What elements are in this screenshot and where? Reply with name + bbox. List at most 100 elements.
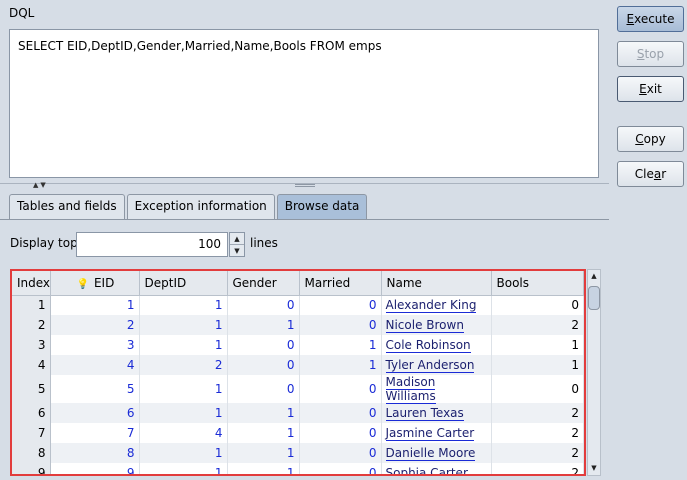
table-row[interactable]: 1 1 1 0 0 Alexander King 0 — [12, 295, 584, 315]
cell-bools[interactable]: 0 — [491, 295, 584, 315]
cell-name[interactable]: Lauren Texas — [381, 403, 492, 423]
cell-gender[interactable]: 1 — [227, 315, 300, 335]
cell-gender[interactable]: 0 — [227, 355, 300, 375]
cell-eid[interactable]: 2 — [50, 315, 140, 335]
cell-name[interactable]: Sophia Carter — [381, 463, 492, 474]
table-row[interactable]: 5 5 1 0 0 Madison Williams 0 — [12, 375, 584, 404]
cell-married[interactable]: 0 — [299, 463, 382, 474]
cell-index[interactable]: 9 — [12, 463, 51, 474]
cell-eid[interactable]: 9 — [50, 463, 140, 474]
column-header-bools[interactable]: Bools — [491, 271, 584, 296]
cell-index[interactable]: 8 — [12, 443, 51, 463]
cell-deptid[interactable]: 2 — [139, 355, 228, 375]
cell-index[interactable]: 1 — [12, 295, 51, 315]
cell-deptid[interactable]: 4 — [139, 423, 228, 443]
column-header-gender[interactable]: Gender — [227, 271, 300, 296]
display-top-input[interactable]: 100 — [76, 232, 228, 257]
cell-name[interactable]: Alexander King — [381, 295, 492, 315]
cell-bools[interactable]: 2 — [491, 315, 584, 335]
clear-button[interactable]: Clear — [617, 161, 684, 187]
cell-name[interactable]: Madison Williams — [381, 375, 492, 404]
cell-deptid[interactable]: 1 — [139, 295, 228, 315]
scroll-down-icon[interactable]: ▼ — [588, 462, 600, 475]
execute-button[interactable]: Execute — [617, 6, 684, 32]
cell-married[interactable]: 0 — [299, 315, 382, 335]
cell-eid[interactable]: 4 — [50, 355, 140, 375]
display-top-stepper[interactable]: ▲ ▼ — [229, 232, 245, 257]
cell-eid[interactable]: 7 — [50, 423, 140, 443]
table-row[interactable]: 8 8 1 1 0 Danielle Moore 2 — [12, 443, 584, 463]
dql-editor[interactable]: SELECT EID,DeptID,Gender,Married,Name,Bo… — [9, 29, 599, 178]
cell-bools[interactable]: 2 — [491, 463, 584, 474]
table-vertical-scrollbar[interactable]: ▲ ▼ — [587, 269, 601, 476]
column-header-eid[interactable]: 💡 EID — [50, 271, 140, 296]
cell-married[interactable]: 0 — [299, 403, 382, 423]
table-row[interactable]: 2 2 1 1 0 Nicole Brown 2 — [12, 315, 584, 335]
cell-deptid[interactable]: 1 — [139, 315, 228, 335]
exit-button[interactable]: Exit — [617, 76, 684, 102]
cell-bools[interactable]: 2 — [491, 403, 584, 423]
cell-bools[interactable]: 1 — [491, 335, 584, 355]
cell-eid[interactable]: 6 — [50, 403, 140, 423]
cell-index[interactable]: 4 — [12, 355, 51, 375]
column-header-index[interactable]: Index — [12, 271, 51, 296]
results-table: Index 💡 EID DeptID Gender Married Name Bo… — [10, 269, 586, 476]
cell-married[interactable]: 0 — [299, 295, 382, 315]
cell-name[interactable]: Tyler Anderson — [381, 355, 492, 375]
cell-bools[interactable]: 1 — [491, 355, 584, 375]
cell-index[interactable]: 2 — [12, 315, 51, 335]
scroll-up-icon[interactable]: ▲ — [588, 270, 600, 283]
tab-bar: Tables and fields Exception information … — [9, 194, 369, 219]
spin-down-icon[interactable]: ▼ — [230, 245, 244, 257]
cell-name[interactable]: Nicole Brown — [381, 315, 492, 335]
scroll-thumb[interactable] — [588, 286, 600, 310]
table-row[interactable]: 3 3 1 0 1 Cole Robinson 1 — [12, 335, 584, 355]
cell-gender[interactable]: 1 — [227, 423, 300, 443]
cell-deptid[interactable]: 1 — [139, 335, 228, 355]
stop-button[interactable]: Stop — [617, 41, 684, 67]
cell-married[interactable]: 0 — [299, 443, 382, 463]
cell-eid[interactable]: 1 — [50, 295, 140, 315]
table-row[interactable]: 9 9 1 1 0 Sophia Carter 2 — [12, 463, 584, 474]
cell-deptid[interactable]: 1 — [139, 443, 228, 463]
cell-name[interactable]: Danielle Moore — [381, 443, 492, 463]
column-header-married[interactable]: Married — [299, 271, 382, 296]
table-row[interactable]: 6 6 1 1 0 Lauren Texas 2 — [12, 403, 584, 423]
column-header-name[interactable]: Name — [381, 271, 492, 296]
cell-name[interactable]: Cole Robinson — [381, 335, 492, 355]
cell-gender[interactable]: 0 — [227, 295, 300, 315]
cell-eid[interactable]: 5 — [50, 375, 140, 403]
cell-bools[interactable]: 0 — [491, 375, 584, 403]
cell-index[interactable]: 3 — [12, 335, 51, 355]
cell-married[interactable]: 0 — [299, 423, 382, 443]
cell-gender[interactable]: 0 — [227, 335, 300, 355]
cell-deptid[interactable]: 1 — [139, 463, 228, 474]
splitter-grip[interactable] — [295, 184, 315, 187]
cell-bools[interactable]: 2 — [491, 443, 584, 463]
cell-eid[interactable]: 3 — [50, 335, 140, 355]
cell-married[interactable]: 1 — [299, 335, 382, 355]
cell-bools[interactable]: 2 — [491, 423, 584, 443]
cell-deptid[interactable]: 1 — [139, 375, 228, 403]
cell-deptid[interactable]: 1 — [139, 403, 228, 423]
tab-browse-data[interactable]: Browse data — [276, 194, 368, 219]
cell-eid[interactable]: 8 — [50, 443, 140, 463]
cell-gender[interactable]: 1 — [227, 463, 300, 474]
tab-tables-and-fields[interactable]: Tables and fields — [9, 194, 125, 219]
cell-index[interactable]: 5 — [12, 375, 51, 403]
table-row[interactable]: 4 4 2 0 1 Tyler Anderson 1 — [12, 355, 584, 375]
splitter-arrows-icon[interactable]: ▲▼ — [33, 181, 48, 189]
spin-up-icon[interactable]: ▲ — [230, 233, 244, 245]
column-header-deptid[interactable]: DeptID — [139, 271, 228, 296]
copy-button[interactable]: Copy — [617, 126, 684, 152]
table-row[interactable]: 7 7 4 1 0 Jasmine Carter 2 — [12, 423, 584, 443]
cell-married[interactable]: 0 — [299, 375, 382, 403]
tab-exception-information[interactable]: Exception information — [126, 194, 275, 219]
cell-married[interactable]: 1 — [299, 355, 382, 375]
cell-index[interactable]: 6 — [12, 403, 51, 423]
cell-gender[interactable]: 0 — [227, 375, 300, 403]
cell-name[interactable]: Jasmine Carter — [381, 423, 492, 443]
cell-gender[interactable]: 1 — [227, 403, 300, 423]
cell-gender[interactable]: 1 — [227, 443, 300, 463]
cell-index[interactable]: 7 — [12, 423, 51, 443]
